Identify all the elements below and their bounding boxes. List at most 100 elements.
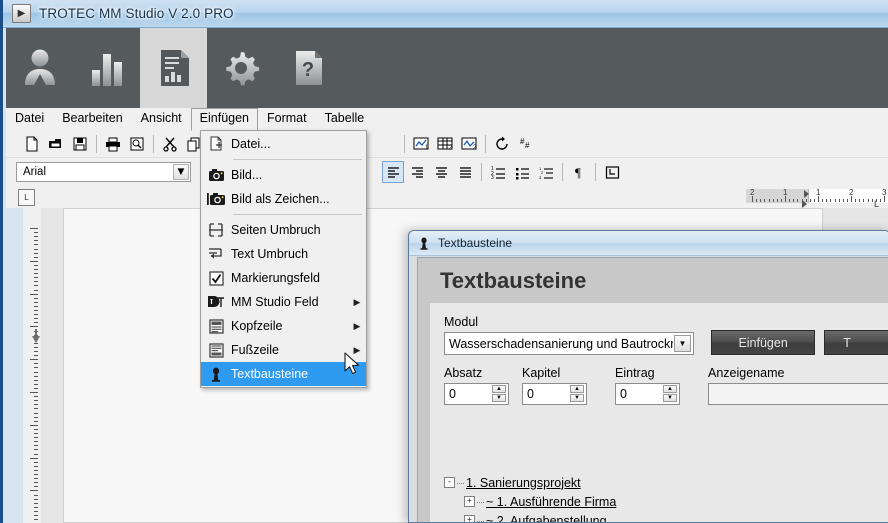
- toolbar-separator: [595, 163, 596, 181]
- dialog-body: Textbausteine Modul Wasserschadensanieru…: [417, 257, 888, 522]
- horizontal-ruler[interactable]: L 21123456789LLLL: [6, 186, 888, 208]
- menu-item-bild-als-zeichen[interactable]: Bild als Zeichen...: [201, 187, 366, 211]
- stepper-down-icon[interactable]: ▼: [663, 394, 677, 402]
- tree-toggle-icon[interactable]: -: [444, 477, 455, 488]
- page-number-icon[interactable]: # #: [515, 133, 537, 155]
- insert-chart-1-icon[interactable]: 1: [410, 133, 432, 155]
- ribbon-tab-bericht[interactable]: [140, 28, 207, 108]
- align-center-icon[interactable]: [430, 161, 452, 183]
- tree-item[interactable]: + ~ 1. Ausführende Firma: [444, 492, 888, 511]
- tree-toggle-icon[interactable]: +: [464, 515, 475, 522]
- new-icon[interactable]: [21, 133, 43, 155]
- ruler-tick: [785, 196, 786, 202]
- cut-icon[interactable]: [159, 133, 181, 155]
- menu-separator: [233, 214, 362, 215]
- ruler-tick: [830, 199, 832, 202]
- tree-toggle-icon[interactable]: +: [464, 496, 475, 507]
- stepper-up-icon[interactable]: ▲: [492, 385, 506, 393]
- textbaustein-tree[interactable]: - 1. Sanierungsprojekt + ~ 1. Ausführend…: [444, 473, 888, 522]
- einfuegen-dropdown-menu[interactable]: Datei... Bild... Bild als Zeichen... Sei…: [200, 130, 367, 388]
- tree-item-label[interactable]: ~ 2. Aufgabenstellung: [486, 514, 607, 523]
- frame-icon[interactable]: [601, 161, 623, 183]
- absatz-label: Absatz: [444, 366, 483, 380]
- vertical-ruler[interactable]: [23, 208, 41, 523]
- ruler-tick: [867, 199, 869, 202]
- eintrag-stepper[interactable]: 0 ▲ ▼: [615, 383, 680, 405]
- ruler-indent-marker[interactable]: [802, 200, 807, 208]
- menu-format[interactable]: Format: [258, 108, 316, 130]
- align-justify-icon[interactable]: [454, 161, 476, 183]
- menu-item-bild[interactable]: Bild...: [201, 163, 366, 187]
- menu-item-textbausteine[interactable]: Textbausteine: [201, 362, 366, 386]
- menu-item-markierungsfeld[interactable]: Markierungsfeld: [201, 266, 366, 290]
- menu-item-kopfzeile[interactable]: Kopfzeile ▶: [201, 314, 366, 338]
- tree-item[interactable]: + ~ 2. Aufgabenstellung: [444, 511, 888, 522]
- insert-button[interactable]: Einfügen: [711, 330, 816, 355]
- ruler-tick: [34, 408, 38, 410]
- anzeigename-input[interactable]: [708, 383, 888, 405]
- tree-connector: [457, 482, 464, 484]
- align-left-icon[interactable]: [382, 161, 404, 183]
- bullet-list-icon[interactable]: [511, 161, 533, 183]
- menu-tabelle[interactable]: Tabelle: [316, 108, 374, 130]
- menu-item-fusszeile[interactable]: Fußzeile ▶: [201, 338, 366, 362]
- ruler-tick: [34, 277, 38, 279]
- tree-item-label[interactable]: 1. Sanierungsprojekt: [466, 476, 581, 490]
- stepper-down-icon[interactable]: ▼: [570, 394, 584, 402]
- stepper-down-icon[interactable]: ▼: [492, 394, 506, 402]
- menu-ansicht[interactable]: Ansicht: [132, 108, 191, 130]
- kapitel-stepper[interactable]: 0 ▲ ▼: [522, 383, 587, 405]
- second-button[interactable]: T: [824, 330, 888, 355]
- ruler-tick: [838, 199, 840, 202]
- save-icon[interactable]: [69, 133, 91, 155]
- ribbon-tab-messwerte[interactable]: [73, 28, 140, 108]
- menu-datei[interactable]: Datei: [6, 108, 53, 130]
- menu-einfuegen[interactable]: Einfügen: [190, 107, 259, 131]
- font-name-combo[interactable]: Arial ▼: [16, 162, 191, 182]
- ruler-tick: [34, 314, 38, 316]
- menu-bearbeiten[interactable]: Bearbeiten: [53, 108, 131, 130]
- ribbon-tab-kunden[interactable]: [6, 28, 73, 108]
- ruler-tick: [34, 363, 38, 365]
- dialog-titlebar[interactable]: Textbausteine: [409, 231, 888, 256]
- stepper-up-icon[interactable]: ▲: [570, 385, 584, 393]
- align-right-icon[interactable]: [406, 161, 428, 183]
- tree-item[interactable]: - 1. Sanierungsprojekt: [444, 473, 888, 492]
- refresh-icon[interactable]: [491, 133, 513, 155]
- ribbon-tab-einstellungen[interactable]: [207, 28, 274, 108]
- ruler-strip: 21123456789LLLL: [50, 188, 888, 208]
- menu-item-datei[interactable]: Datei...: [201, 132, 366, 156]
- ruler-tick: [34, 486, 38, 488]
- ruler-indent-marker[interactable]: [804, 190, 809, 198]
- open-icon[interactable]: [45, 133, 67, 155]
- ruler-tick: [846, 199, 848, 202]
- footer-icon: [201, 338, 231, 362]
- stepper-up-icon[interactable]: ▲: [663, 385, 677, 393]
- textbausteine-dialog[interactable]: Textbausteine Textbausteine Modul Wasser…: [408, 230, 888, 523]
- numbered-list-icon[interactable]: 123: [487, 161, 509, 183]
- ribbon-tab-hilfe[interactable]: ?: [274, 28, 341, 108]
- ruler-tick: [851, 196, 852, 202]
- absatz-stepper[interactable]: 0 ▲ ▼: [444, 383, 509, 405]
- menu-item-text-umbruch[interactable]: Text Umbruch: [201, 242, 366, 266]
- chevron-down-icon[interactable]: ▼: [173, 164, 189, 180]
- modul-combo[interactable]: Wasserschadensanierung und Bautrocknun ▼: [444, 332, 694, 355]
- menu-item-seiten-umbruch[interactable]: Seiten Umbruch: [201, 218, 366, 242]
- multilevel-list-icon[interactable]: 123: [535, 161, 557, 183]
- ruler-tick: [797, 199, 799, 202]
- insert-chart-2-icon[interactable]: 2: [458, 133, 480, 155]
- menu-item-mm-studio-feld[interactable]: MM Studio Feld ▶: [201, 290, 366, 314]
- toolbar-separator: [96, 134, 97, 153]
- ruler-tick: [30, 490, 38, 492]
- tree-item-label[interactable]: ~ 1. Ausführende Firma: [486, 495, 616, 509]
- kapitel-value: 0: [527, 387, 534, 401]
- ruler-position-marker: [32, 336, 40, 343]
- ruler-tab-stop[interactable]: L: [874, 199, 879, 208]
- ruler-tick: [34, 310, 38, 311]
- print-preview-icon[interactable]: [126, 133, 148, 155]
- tab-stop-selector[interactable]: L: [18, 189, 35, 206]
- insert-table-2-icon[interactable]: 2: [434, 133, 456, 155]
- chevron-down-icon[interactable]: ▼: [674, 335, 691, 352]
- print-icon[interactable]: [102, 133, 124, 155]
- pilcrow-icon[interactable]: ¶: [568, 161, 590, 183]
